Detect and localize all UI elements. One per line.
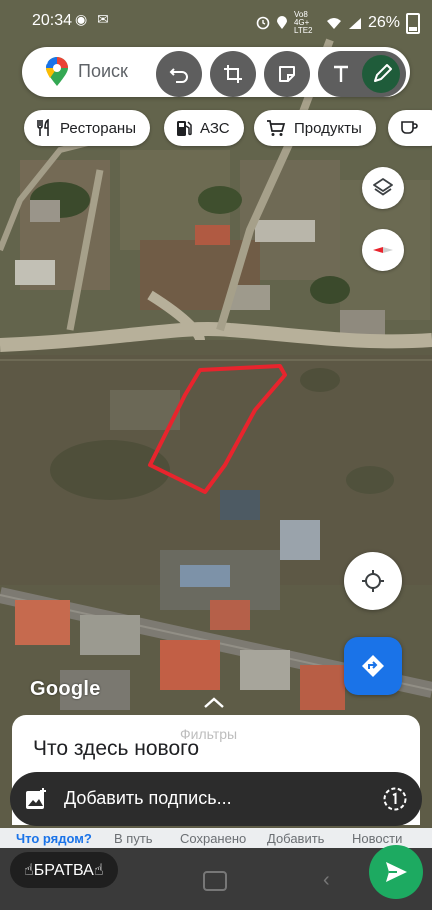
- signal-icon: [348, 17, 361, 29]
- chip-label: АЗС: [200, 119, 230, 137]
- chip-label: Рестораны: [60, 119, 136, 137]
- recipient-name: ☝БРАТВА☝: [24, 862, 104, 879]
- directions-button[interactable]: [344, 637, 402, 695]
- search-input[interactable]: Поиск: [78, 61, 128, 82]
- google-attribution: Google: [30, 678, 101, 700]
- battery-percent: 26%: [367, 14, 400, 31]
- close-editor-button[interactable]: [22, 53, 56, 87]
- chip-restaurants[interactable]: Рестораны: [24, 110, 150, 146]
- pen-color-button[interactable]: [362, 55, 400, 93]
- chevron-up-icon[interactable]: [202, 696, 226, 710]
- chip-groceries[interactable]: Продукты: [254, 110, 376, 146]
- chip-label: Продукты: [294, 119, 362, 137]
- crop-rotate-button[interactable]: [210, 51, 256, 97]
- system-back-button[interactable]: ‹: [323, 869, 330, 892]
- view-once-icon[interactable]: [382, 786, 408, 812]
- sheet-title: Что здесь нового: [33, 737, 200, 760]
- chip-gas-stations[interactable]: АЗС: [164, 110, 244, 146]
- my-location-button[interactable]: [344, 552, 402, 610]
- caption-input[interactable]: Добавить подпись...: [64, 788, 232, 809]
- cart-icon: [267, 120, 286, 136]
- wifi-icon: [326, 17, 341, 29]
- maps-bottom-nav: Что рядом? В путь Сохранено Добавить Нов…: [0, 828, 432, 850]
- compass-button[interactable]: [362, 229, 404, 271]
- tab-saved[interactable]: Сохранено: [180, 831, 246, 846]
- chip-cafe[interactable]: [388, 110, 432, 146]
- undo-icon: [169, 68, 188, 83]
- status-bar: 20:34 ◉ ✉ Vo8 4G+ LTE2 26%: [0, 0, 432, 44]
- tab-go[interactable]: В путь: [114, 831, 153, 846]
- undo-button[interactable]: [156, 51, 202, 97]
- status-right: Vo8 4G+ LTE2 26%: [256, 11, 420, 35]
- recipient-chip[interactable]: ☝БРАТВА☝: [10, 852, 118, 888]
- crosshair-icon: [362, 570, 384, 592]
- gas-station-icon: [177, 121, 192, 136]
- add-image-icon[interactable]: [24, 787, 48, 811]
- sticker-icon: [279, 66, 295, 82]
- system-home-button[interactable]: [203, 871, 227, 891]
- location-icon: [276, 16, 287, 29]
- directions-icon: [362, 655, 384, 677]
- pen-icon: [374, 64, 392, 82]
- close-icon: [30, 61, 48, 79]
- send-button[interactable]: [369, 845, 423, 899]
- tab-contribute[interactable]: Добавить: [267, 831, 324, 846]
- sticker-button[interactable]: [264, 51, 310, 97]
- send-icon: [386, 862, 407, 882]
- battery-icon: [406, 12, 420, 34]
- network-indicator: Vo8 4G+ LTE2: [293, 10, 313, 35]
- status-time: 20:34: [32, 12, 73, 29]
- layers-button[interactable]: [362, 167, 404, 209]
- coffee-icon: [401, 121, 418, 134]
- caption-bar[interactable]: Добавить подпись...: [10, 772, 422, 826]
- text-icon: [334, 65, 348, 82]
- crop-rotate-icon: [224, 65, 242, 83]
- compass-icon: [373, 247, 393, 253]
- tab-explore[interactable]: Что рядом?: [16, 831, 92, 846]
- restaurant-icon: [37, 119, 49, 136]
- notification-icons: ◉ ✉: [75, 11, 112, 27]
- alarm-icon: [256, 16, 270, 30]
- tab-updates[interactable]: Новости: [352, 831, 402, 846]
- layers-icon: [373, 178, 393, 196]
